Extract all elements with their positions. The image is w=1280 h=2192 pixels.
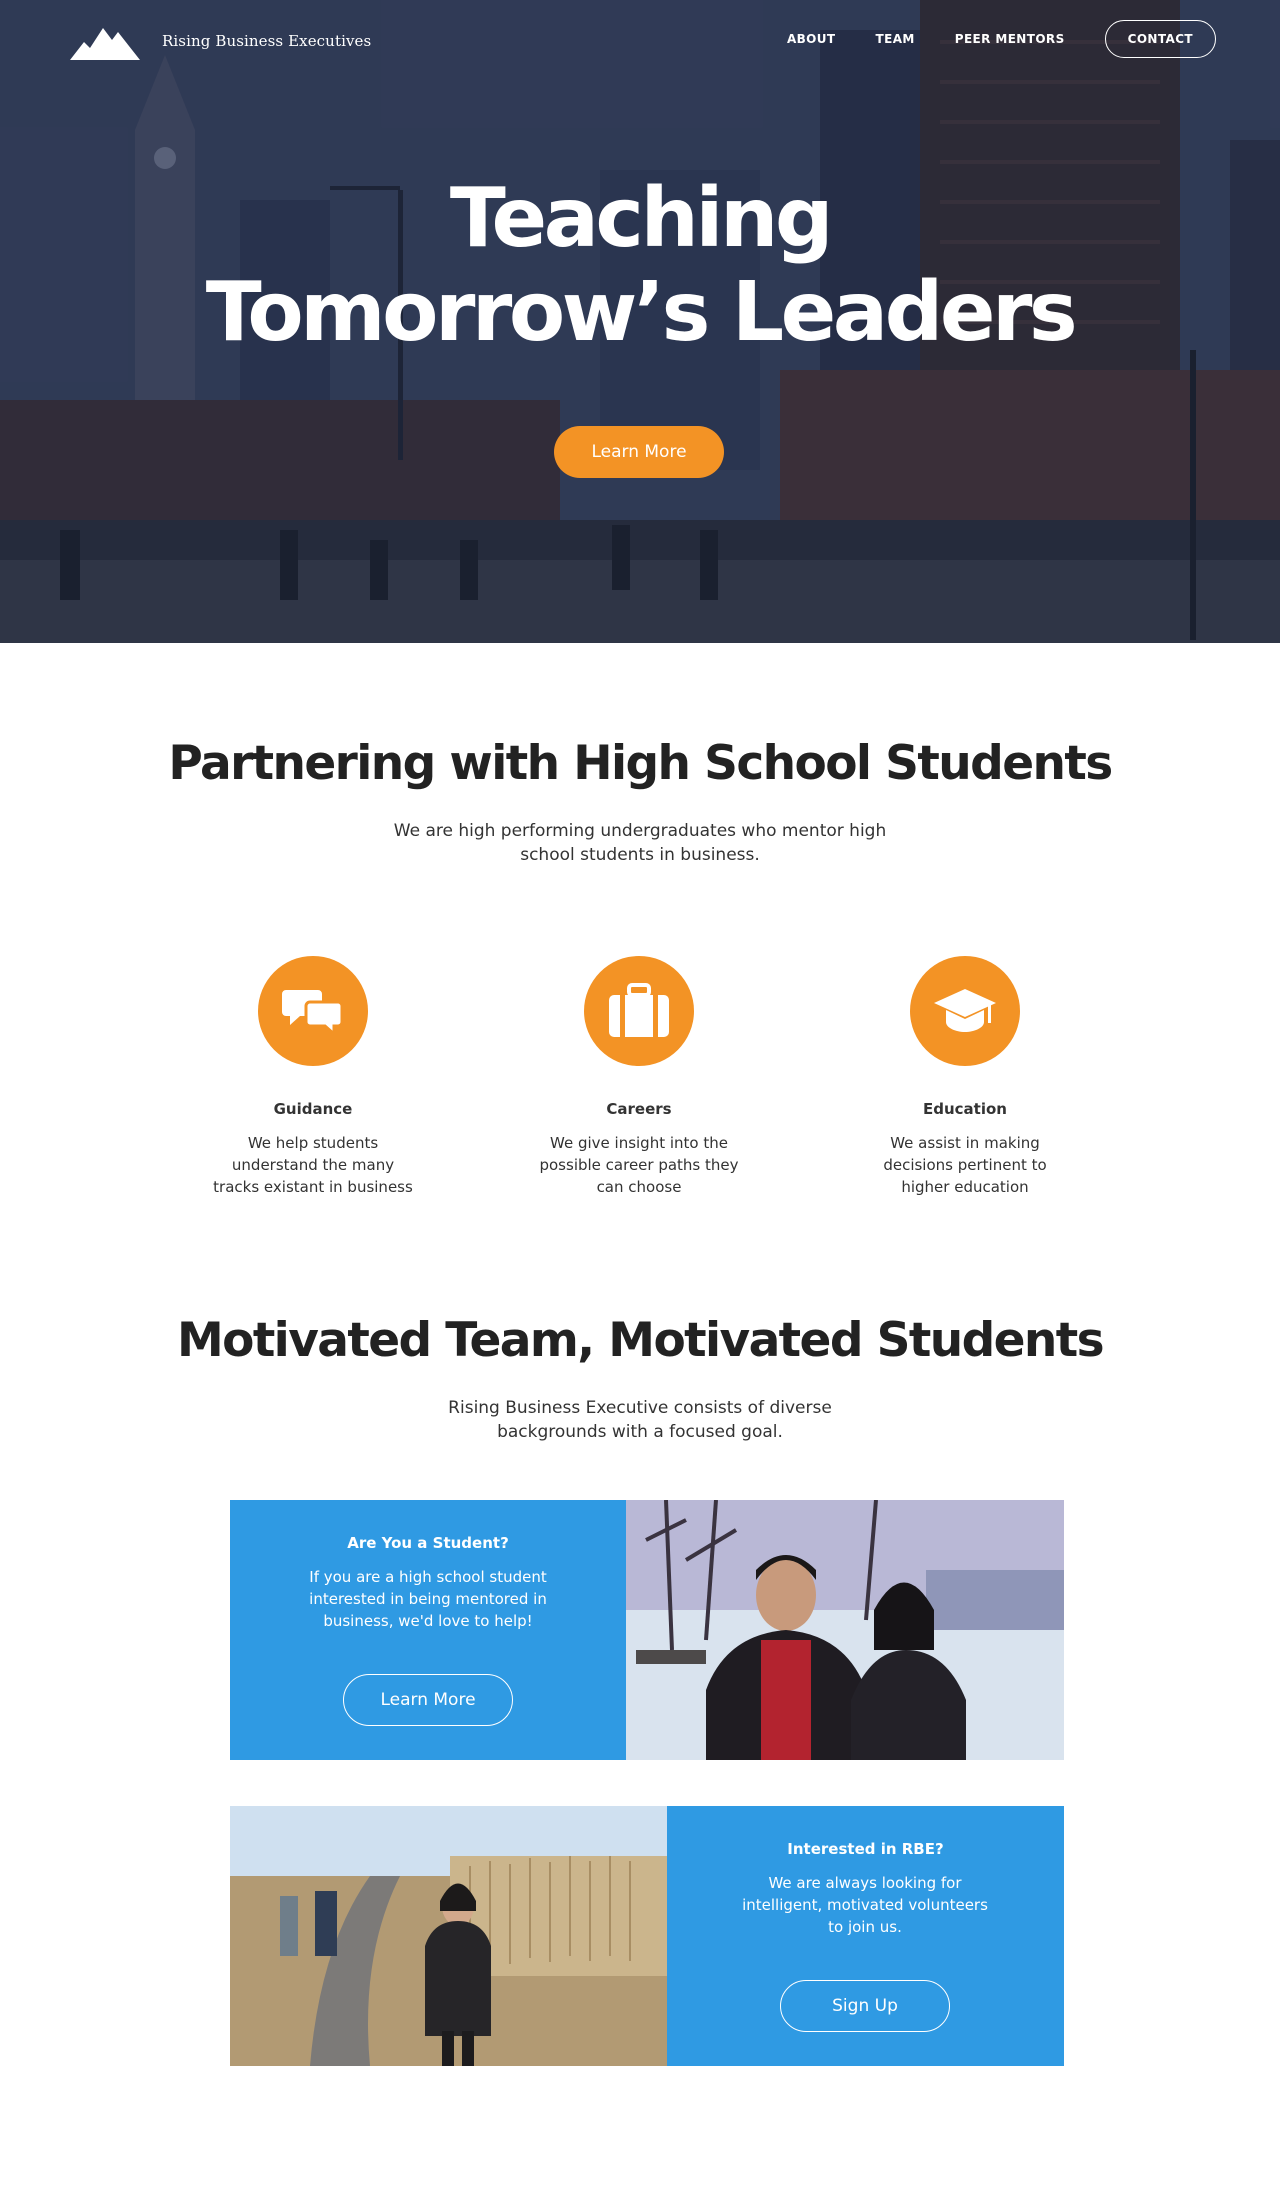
feature-guidance: Guidance We help students understand the… <box>193 956 433 1198</box>
partnering-subtitle: We are high performing undergraduates wh… <box>393 821 887 865</box>
students-marsh-photo <box>230 1806 667 2066</box>
feature-icon-circle <box>258 956 368 1066</box>
nav-links: ABOUT TEAM PEER MENTORS CONTACT <box>747 20 1216 58</box>
hero-title: Teaching Tomorrow’s Leaders <box>0 172 1280 360</box>
top-navigation: Rising Business Executives ABOUT TEAM PE… <box>0 0 1280 90</box>
partnering-title: Partnering with High School Students <box>168 736 1113 791</box>
rbe-card-heading: Interested in RBE? <box>787 1840 944 1858</box>
hero-section: Rising Business Executives ABOUT TEAM PE… <box>0 0 1280 643</box>
nav-contact-button[interactable]: CONTACT <box>1104 20 1216 58</box>
brand-logo[interactable]: Rising Business Executives <box>70 22 371 60</box>
brand-name: Rising Business Executives <box>162 32 372 50</box>
student-card-heading: Are You a Student? <box>347 1534 509 1552</box>
student-learn-more-button[interactable]: Learn More <box>343 1674 513 1726</box>
feature-careers: Careers We give insight into the possibl… <box>519 956 759 1198</box>
feature-education: Education We assist in making decisions … <box>845 956 1085 1198</box>
rbe-card-text: We are always looking for intelligent, m… <box>742 1874 988 1936</box>
feature-icon-circle <box>584 956 694 1066</box>
feature-title: Guidance <box>273 1100 353 1118</box>
mountain-icon <box>70 28 140 60</box>
student-card-text: If you are a high school student interes… <box>309 1568 547 1630</box>
feature-description: We help students understand the many tra… <box>213 1134 413 1196</box>
sign-up-button[interactable]: Sign Up <box>780 1980 950 2032</box>
feature-description: We assist in making decisions pertinent … <box>883 1134 1047 1196</box>
team-subtitle: Rising Business Executive consists of di… <box>448 1398 832 1442</box>
chat-bubbles-icon <box>282 990 344 1038</box>
briefcase-icon <box>609 983 669 1037</box>
rbe-card: Interested in RBE? We are always looking… <box>230 1806 1064 2066</box>
feature-icon-circle <box>910 956 1020 1066</box>
rbe-card-panel: Interested in RBE? We are always looking… <box>667 1806 1064 2066</box>
graduation-cap-icon <box>934 989 996 1032</box>
feature-description: We give insight into the possible career… <box>539 1134 739 1196</box>
hero-title-line-1: Teaching <box>449 171 834 266</box>
student-card-panel: Are You a Student? If you are a high sch… <box>230 1500 626 1760</box>
team-title: Motivated Team, Motivated Students <box>176 1313 1105 1368</box>
student-card: Are You a Student? If you are a high sch… <box>230 1500 1064 1760</box>
nav-team[interactable]: TEAM <box>876 32 915 46</box>
nav-peer-mentors[interactable]: PEER MENTORS <box>955 32 1065 46</box>
nav-about[interactable]: ABOUT <box>787 32 836 46</box>
feature-title: Careers <box>606 1100 672 1118</box>
hero-title-line-2: Tomorrow’s Leaders <box>205 265 1078 360</box>
hero-learn-more-button[interactable]: Learn More <box>554 426 724 478</box>
feature-title: Education <box>923 1100 1007 1118</box>
students-winter-photo <box>626 1500 1064 1760</box>
